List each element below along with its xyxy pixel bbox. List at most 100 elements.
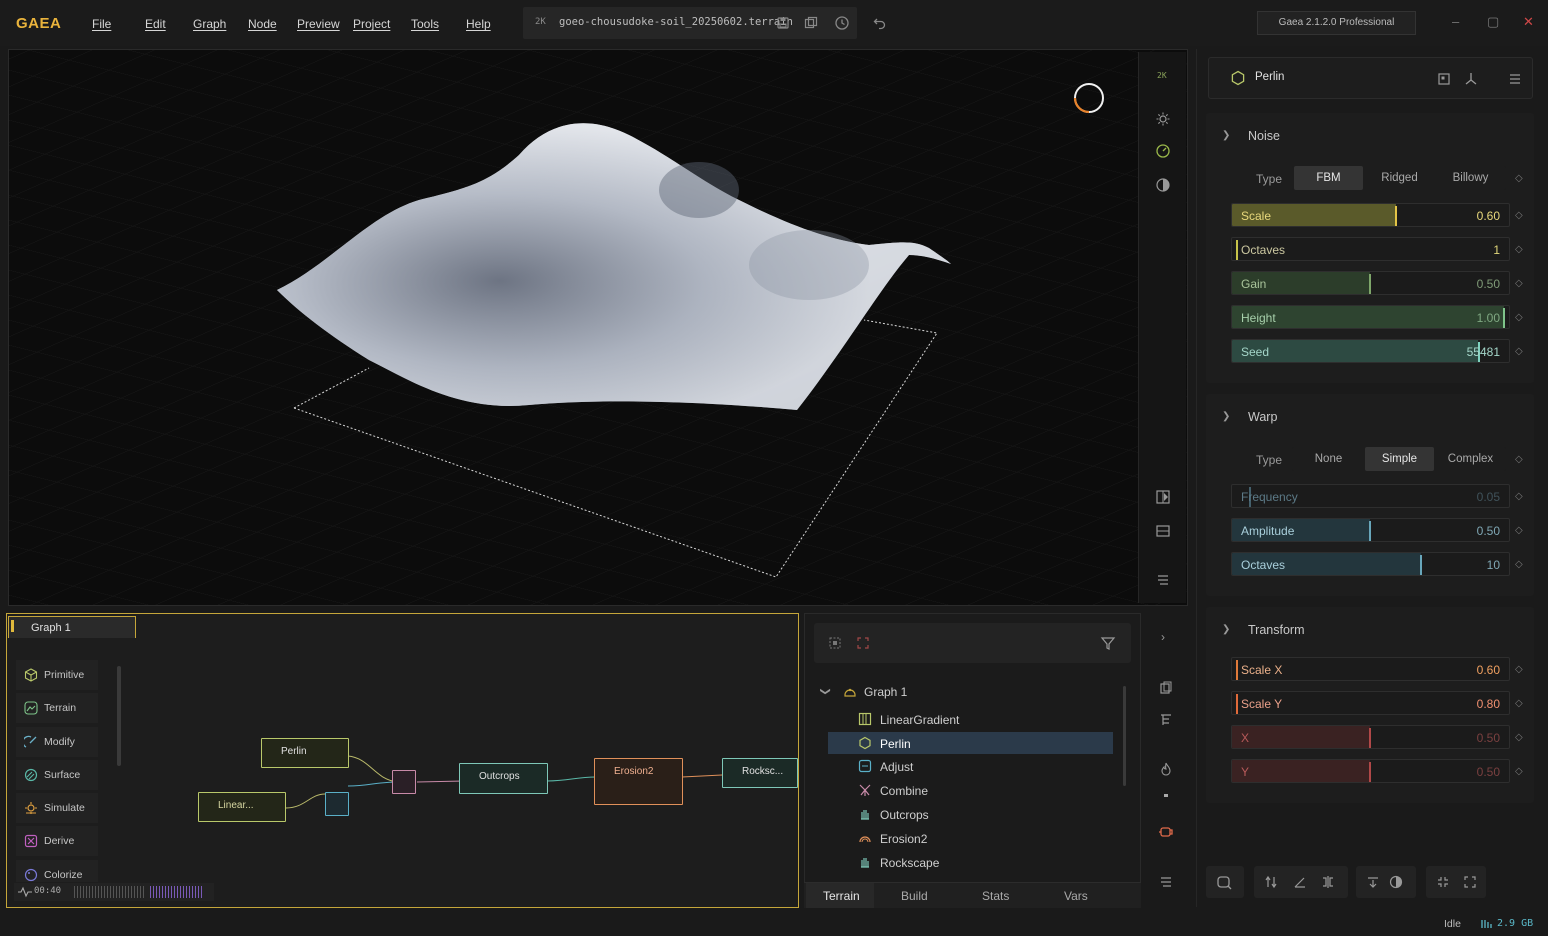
save-icon[interactable] bbox=[776, 16, 790, 30]
keyframe-icon[interactable]: ◇ bbox=[1515, 244, 1523, 255]
noise-type-billowy[interactable]: Billowy bbox=[1436, 166, 1505, 190]
chevron-down-icon[interactable]: ❯ bbox=[1222, 624, 1230, 635]
menu-preview[interactable]: Preview bbox=[297, 17, 340, 31]
scale-x-value[interactable]: 0.60 bbox=[1477, 663, 1500, 677]
category-simulate[interactable]: Simulate bbox=[16, 793, 98, 823]
keyframe-icon[interactable]: ◇ bbox=[1515, 525, 1523, 536]
scale-slider[interactable]: Scale 0.60 bbox=[1231, 203, 1510, 227]
chevron-right-icon[interactable]: › bbox=[1161, 630, 1165, 644]
keyframe-icon[interactable]: ◇ bbox=[1515, 210, 1523, 221]
keyframe-icon[interactable]: ◇ bbox=[1515, 766, 1523, 777]
tab-vars[interactable]: Vars bbox=[1064, 889, 1088, 903]
tree-item-lineargradient[interactable]: LinearGradient bbox=[880, 713, 959, 727]
tree-scrollbar[interactable] bbox=[1123, 686, 1126, 786]
scale-y-value[interactable]: 0.80 bbox=[1477, 697, 1500, 711]
warp-octaves-slider[interactable]: Octaves 10 bbox=[1231, 552, 1510, 576]
filter-icon[interactable] bbox=[1100, 635, 1116, 651]
graph-node-outcrops[interactable]: Outcrops bbox=[459, 763, 548, 794]
x-slider[interactable]: X 0.50 bbox=[1231, 725, 1510, 749]
collapse-icon[interactable] bbox=[1436, 875, 1450, 889]
chevron-down-icon[interactable]: ❯ bbox=[820, 687, 831, 695]
tab-build[interactable]: Build bbox=[901, 889, 928, 903]
transform-title[interactable]: Transform bbox=[1248, 623, 1305, 637]
noise-type-fbm[interactable]: FBM bbox=[1294, 166, 1363, 190]
contrast-icon[interactable] bbox=[1155, 177, 1171, 193]
keyframe-icon[interactable]: ◇ bbox=[1515, 278, 1523, 289]
seed-slider[interactable]: Seed 55481 bbox=[1231, 339, 1510, 363]
keyframe-icon[interactable]: ◇ bbox=[1515, 312, 1523, 323]
history-icon[interactable] bbox=[834, 15, 850, 31]
layout-icon[interactable] bbox=[1155, 523, 1171, 539]
file-name[interactable]: goeo-chousudoke-soil_20250602.terrain bbox=[559, 16, 793, 28]
menu-help[interactable]: Help bbox=[466, 17, 491, 31]
keyframe-icon[interactable]: ◇ bbox=[1515, 491, 1523, 502]
pin-icon[interactable] bbox=[1463, 71, 1479, 87]
noise-title[interactable]: Noise bbox=[1248, 129, 1280, 143]
close-icon[interactable]: ✕ bbox=[1523, 14, 1534, 30]
tree-item-perlin[interactable]: Perlin bbox=[880, 737, 911, 751]
expand-icon[interactable] bbox=[1463, 875, 1477, 889]
x-value[interactable]: 0.50 bbox=[1477, 731, 1500, 745]
category-modify[interactable]: Modify bbox=[16, 727, 98, 757]
save-copy-icon[interactable] bbox=[804, 16, 818, 30]
tree-item-rockscape[interactable]: Rockscape bbox=[880, 856, 939, 870]
chevron-down-icon[interactable]: ❯ bbox=[1222, 411, 1230, 422]
focus-icon[interactable] bbox=[856, 636, 870, 650]
graph-node-combine[interactable] bbox=[392, 770, 416, 794]
graph-node-perlin[interactable]: Perlin bbox=[261, 738, 349, 768]
minimize-icon[interactable]: – bbox=[1452, 14, 1459, 29]
y-value[interactable]: 0.50 bbox=[1477, 765, 1500, 779]
menu-tools[interactable]: Tools bbox=[411, 17, 439, 31]
y-slider[interactable]: Y 0.50 bbox=[1231, 759, 1510, 783]
warp-type-simple[interactable]: Simple bbox=[1365, 447, 1434, 471]
keyframe-icon[interactable]: ◇ bbox=[1515, 559, 1523, 570]
mirror-icon[interactable] bbox=[1321, 875, 1335, 889]
angle-icon[interactable] bbox=[1293, 875, 1307, 889]
scale-x-slider[interactable]: Scale X 0.60 bbox=[1231, 657, 1510, 681]
tree-item-outcrops[interactable]: Outcrops bbox=[880, 808, 929, 822]
snapshot-icon[interactable] bbox=[1216, 874, 1234, 890]
scale-y-slider[interactable]: Scale Y 0.80 bbox=[1231, 691, 1510, 715]
graph-node-adjust[interactable] bbox=[325, 792, 349, 816]
octaves-value[interactable]: 1 bbox=[1493, 243, 1500, 257]
tree-item-erosion2[interactable]: Erosion2 bbox=[880, 832, 927, 846]
category-derive[interactable]: Derive bbox=[16, 826, 98, 856]
engine-icon[interactable] bbox=[1158, 824, 1174, 840]
menu-node[interactable]: Node bbox=[248, 17, 277, 31]
menu-project[interactable]: Project bbox=[353, 17, 390, 31]
viewport-menu-icon[interactable] bbox=[1155, 572, 1171, 588]
light-icon[interactable] bbox=[1155, 111, 1171, 127]
keyframe-icon[interactable]: ◇ bbox=[1515, 346, 1523, 357]
maximize-icon[interactable]: ▢ bbox=[1487, 14, 1499, 30]
split-view-icon[interactable] bbox=[1155, 489, 1171, 505]
seed-value[interactable]: 55481 bbox=[1467, 345, 1500, 359]
keyframe-icon[interactable]: ◇ bbox=[1515, 664, 1523, 675]
copy-icon[interactable] bbox=[1159, 681, 1173, 695]
tree-root[interactable]: Graph 1 bbox=[864, 685, 907, 699]
keyframe-icon[interactable]: ◇ bbox=[1515, 454, 1523, 465]
select-nodes-icon[interactable] bbox=[828, 636, 842, 650]
tree-item-adjust[interactable]: Adjust bbox=[880, 760, 913, 774]
keyframe-icon[interactable]: ◇ bbox=[1515, 732, 1523, 743]
warp-type-none[interactable]: None bbox=[1294, 447, 1363, 471]
warp-title[interactable]: Warp bbox=[1248, 410, 1277, 424]
amplitude-value[interactable]: 0.50 bbox=[1477, 524, 1500, 538]
menu-graph[interactable]: Graph bbox=[193, 17, 226, 31]
tab-terrain[interactable]: Terrain bbox=[823, 889, 860, 903]
chevron-down-icon[interactable]: ❯ bbox=[1222, 130, 1230, 141]
menu-edit[interactable]: Edit bbox=[145, 17, 166, 31]
terrain-preview[interactable] bbox=[9, 50, 1188, 606]
gain-value[interactable]: 0.50 bbox=[1477, 277, 1500, 291]
resolution-toggle[interactable]: 2K bbox=[1157, 71, 1167, 80]
graph-node-rockscape[interactable]: Rocksc... bbox=[722, 758, 798, 788]
category-surface[interactable]: Surface bbox=[16, 760, 98, 790]
warp-type-complex[interactable]: Complex bbox=[1436, 447, 1505, 471]
node-title[interactable]: Perlin bbox=[1255, 71, 1284, 83]
height-value[interactable]: 1.00 bbox=[1477, 311, 1500, 325]
mask-icon[interactable] bbox=[1389, 875, 1403, 889]
frequency-value[interactable]: 0.05 bbox=[1477, 490, 1500, 504]
graph-node-lineargradient[interactable]: Linear... bbox=[198, 792, 286, 822]
octaves-slider[interactable]: Octaves 1 bbox=[1231, 237, 1510, 261]
graph-tab[interactable]: Graph 1 bbox=[8, 616, 136, 638]
scale-value[interactable]: 0.60 bbox=[1477, 209, 1500, 223]
